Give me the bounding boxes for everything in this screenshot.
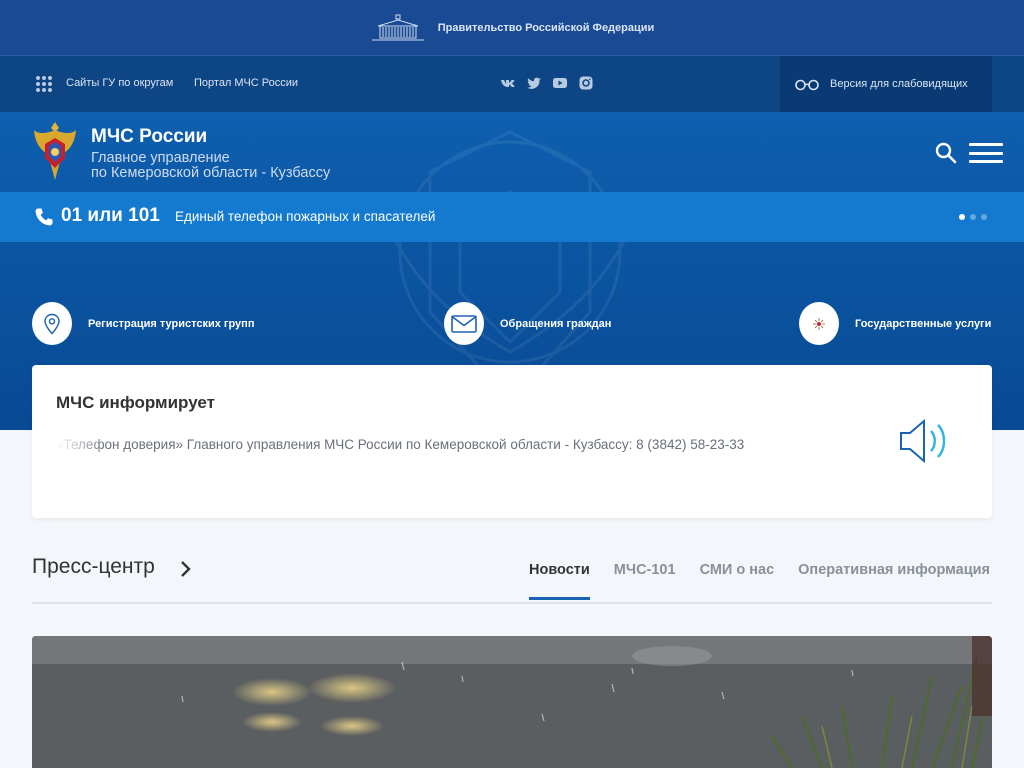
site-title[interactable]: МЧС России xyxy=(91,126,207,148)
emergency-phone-description: Единый телефон пожарных и спасателей xyxy=(175,209,436,224)
emergency-phone-number[interactable]: 01 или 101 xyxy=(61,205,160,227)
government-bar[interactable]: Правительство Российской Федерации xyxy=(0,0,1024,56)
press-tabs-divider xyxy=(32,602,992,604)
site-subtitle-line2: по Кемеровской области - Кузбассу xyxy=(91,165,331,181)
emercom-portal-link[interactable]: Портал МЧС России xyxy=(194,76,298,90)
rain-scene-illustration xyxy=(32,636,992,768)
tab-media-about-us[interactable]: СМИ о нас xyxy=(700,562,775,600)
emergency-phone-bar: 01 или 101 Единый телефон пожарных и спа… xyxy=(0,192,1024,242)
services-icon xyxy=(799,302,839,345)
government-building-icon xyxy=(371,14,424,40)
youtube-icon[interactable] xyxy=(552,75,568,91)
news-ticker[interactable]: «Телефон доверия» Главного управления МЧ… xyxy=(56,437,816,452)
instagram-icon[interactable] xyxy=(578,75,594,91)
chevron-right-icon[interactable] xyxy=(179,560,193,578)
slider-dot[interactable] xyxy=(970,214,976,220)
slider-pagination xyxy=(959,214,987,220)
mchs-informs-card: МЧС информирует «Телефон доверия» Главно… xyxy=(32,365,992,518)
slider-dot[interactable] xyxy=(959,214,965,220)
emercom-emblem-logo[interactable] xyxy=(32,120,78,182)
accessibility-version-label: Версия для слабовидящих xyxy=(830,78,968,90)
phone-icon xyxy=(35,208,53,226)
government-link[interactable]: Правительство Российской Федерации xyxy=(438,22,655,34)
quick-link-label: Регистрация туристских групп xyxy=(88,317,255,330)
tab-news[interactable]: Новости xyxy=(529,562,590,600)
apps-grid-icon[interactable] xyxy=(36,76,52,92)
site-subtitle: Главное управление по Кемеровской област… xyxy=(91,151,330,181)
twitter-icon[interactable] xyxy=(526,75,542,91)
mchs-informs-title: МЧС информирует xyxy=(56,393,215,412)
glasses-icon xyxy=(795,79,819,91)
quick-link-tourist-registration[interactable]: Регистрация туристских групп xyxy=(32,302,254,345)
speaker-icon[interactable] xyxy=(898,417,956,465)
social-links xyxy=(500,75,594,91)
envelope-icon xyxy=(444,302,484,345)
quick-link-label: Государственные услуги xyxy=(855,317,992,330)
press-center-title[interactable]: Пресс-центр xyxy=(32,555,155,579)
quick-link-label: Обращения граждан xyxy=(500,317,612,330)
location-pin-icon xyxy=(32,302,72,345)
hamburger-icon[interactable] xyxy=(969,143,1003,163)
tab-operational-info[interactable]: Оперативная информация xyxy=(798,562,990,600)
top-navigation-bar: Сайты ГУ по округам Портал МЧС России Ве… xyxy=(0,56,1024,112)
tab-mchs-101[interactable]: МЧС-101 xyxy=(614,562,676,600)
slider-dot[interactable] xyxy=(981,214,987,220)
search-icon[interactable] xyxy=(934,141,958,165)
press-tabs: Новости МЧС-101 СМИ о нас Оперативная ин… xyxy=(529,562,990,600)
news-photo-rain[interactable] xyxy=(32,636,992,768)
vk-icon[interactable] xyxy=(500,75,516,91)
quick-link-citizen-appeals[interactable]: Обращения граждан xyxy=(444,302,611,345)
accessibility-version-button[interactable]: Версия для слабовидящих xyxy=(780,56,992,112)
regional-sites-link[interactable]: Сайты ГУ по округам xyxy=(66,76,173,90)
site-header: МЧС России Главное управление по Кемеров… xyxy=(0,112,1024,192)
site-subtitle-line1: Главное управление xyxy=(91,150,230,166)
quick-link-public-services[interactable]: Государственные услуги xyxy=(799,302,991,345)
